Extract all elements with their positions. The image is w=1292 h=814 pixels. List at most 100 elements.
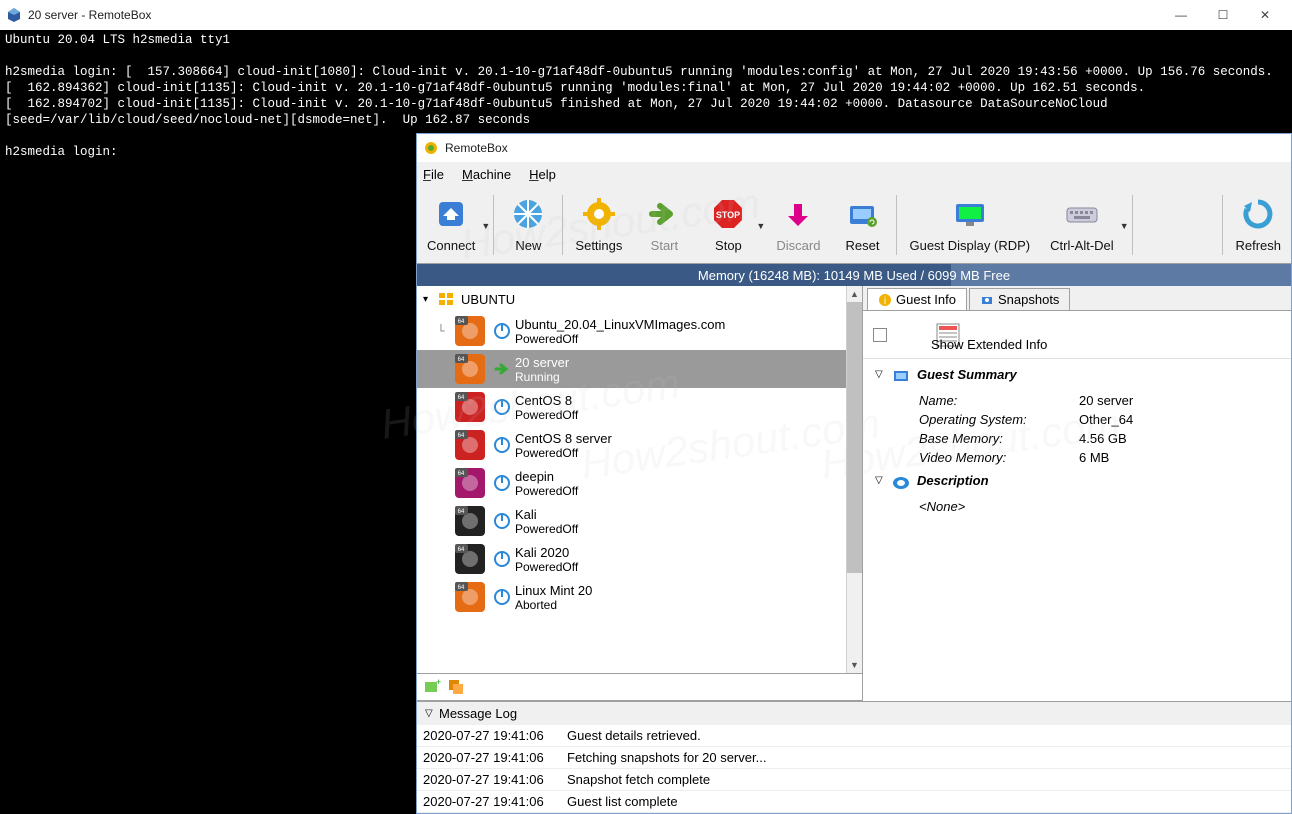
tab-guest-info[interactable]: i Guest Info (867, 288, 967, 310)
vm-os-icon: 64 (455, 582, 485, 612)
settings-button[interactable]: Settings (565, 189, 632, 261)
log-row: 2020-07-27 19:41:06Guest details retriev… (417, 725, 1291, 747)
log-row: 2020-07-27 19:41:06Fetching snapshots fo… (417, 747, 1291, 769)
stop-icon: STOP (710, 196, 746, 232)
menu-file[interactable]: File (423, 167, 444, 182)
group-icon (437, 290, 455, 308)
vm-state: PoweredOff (515, 560, 578, 574)
menu-help[interactable]: Help (529, 167, 556, 182)
vm-group[interactable]: ▾ UBUNTU (417, 286, 862, 312)
log-ts: 2020-07-27 19:41:06 (417, 750, 567, 765)
memory-label: Memory (16248 MB): 10149 MB Used / 6099 … (417, 268, 1291, 283)
guest-details: ▽ Guest Summary Name:20 server Operating… (863, 359, 1291, 701)
summary-section-header[interactable]: ▽ Guest Summary (875, 367, 1279, 387)
reset-button[interactable]: Reset (830, 189, 894, 261)
ctrl-alt-del-button[interactable]: Ctrl-Alt-Del (1040, 189, 1124, 261)
vm-state: Running (515, 370, 569, 384)
vm-row[interactable]: 64 CentOS 8 PoweredOff (417, 388, 862, 426)
svg-text:64: 64 (458, 471, 465, 477)
vm-os-icon: 64 (455, 392, 485, 422)
vm-state: PoweredOff (515, 484, 578, 498)
discard-button[interactable]: Discard (766, 189, 830, 261)
outer-window-title: 20 server - RemoteBox (28, 8, 1160, 22)
power-icon (493, 322, 511, 340)
log-msg: Fetching snapshots for 20 server... (567, 750, 1291, 765)
connect-icon (433, 196, 469, 232)
log-msg: Snapshot fetch complete (567, 772, 1291, 787)
settings-icon (581, 196, 617, 232)
vm-state: PoweredOff (515, 332, 725, 346)
message-log-header[interactable]: ▽ Message Log (417, 701, 1291, 725)
summary-vmem-value: 6 MB (1079, 450, 1109, 465)
outer-window-titlebar: 20 server - RemoteBox — ☐ ✕ (0, 0, 1292, 30)
vm-row[interactable]: 64 CentOS 8 server PoweredOff (417, 426, 862, 464)
close-button[interactable]: ✕ (1244, 8, 1286, 22)
refresh-button[interactable]: Refresh (1225, 189, 1291, 261)
tab-snapshots[interactable]: Snapshots (969, 288, 1070, 310)
log-msg: Guest list complete (567, 794, 1291, 809)
vm-row[interactable]: 64 Kali PoweredOff (417, 502, 862, 540)
remotebox-window: RemoteBox File Machine Help Connect ▼ Ne… (416, 133, 1292, 814)
start-button[interactable]: Start (632, 189, 696, 261)
expand-arrow-icon: ▾ (423, 294, 437, 305)
svg-text:64: 64 (458, 433, 465, 439)
show-extended-label: Show Extended Info (931, 337, 1047, 352)
remotebox-titlebar[interactable]: RemoteBox (417, 134, 1291, 162)
guest-display-button[interactable]: Guest Display (RDP) (899, 189, 1040, 261)
vm-row[interactable]: └ 64 Ubuntu_20.04_LinuxVMImages.com Powe… (417, 312, 862, 350)
vm-row[interactable]: 64 Kali 2020 PoweredOff (417, 540, 862, 578)
start-icon (646, 196, 682, 232)
description-section-header[interactable]: ▽ Description (875, 473, 1279, 493)
reset-icon (844, 196, 880, 232)
remotebox-title: RemoteBox (445, 141, 508, 155)
vm-name: deepin (515, 469, 578, 484)
svg-text:64: 64 (458, 357, 465, 363)
keyboard-icon (1064, 196, 1100, 232)
power-icon (493, 550, 511, 568)
discard-icon (780, 196, 816, 232)
clone-vm-icon[interactable] (447, 678, 465, 696)
stop-button[interactable]: STOP Stop (696, 189, 760, 261)
vm-row[interactable]: 64 20 server Running (417, 350, 862, 388)
remotebox-icon (423, 140, 439, 156)
vm-os-icon: 64 (455, 506, 485, 536)
vm-state: PoweredOff (515, 408, 578, 422)
svg-text:64: 64 (458, 319, 465, 325)
svg-text:64: 64 (458, 395, 465, 401)
message-log: 2020-07-27 19:41:06Guest details retriev… (417, 725, 1291, 813)
summary-icon (891, 367, 911, 387)
svg-text:STOP: STOP (716, 210, 740, 220)
show-extended-checkbox[interactable] (873, 328, 887, 342)
vm-name: CentOS 8 (515, 393, 578, 408)
log-ts: 2020-07-27 19:41:06 (417, 772, 567, 787)
refresh-icon (1240, 196, 1276, 232)
vm-name: 20 server (515, 355, 569, 370)
show-extended-row: Show Extended Info (863, 311, 1291, 359)
power-icon (493, 588, 511, 606)
description-icon (891, 473, 911, 493)
connect-button[interactable]: Connect (417, 189, 485, 261)
add-vm-icon[interactable]: + (423, 678, 441, 696)
vm-os-icon: 64 (455, 468, 485, 498)
remotebox-menubar: File Machine Help (417, 162, 1291, 186)
svg-text:i: i (884, 296, 886, 307)
svg-text:+: + (436, 678, 441, 687)
virtualbox-icon (6, 7, 22, 23)
minimize-button[interactable]: — (1160, 8, 1202, 22)
collapse-arrow-icon: ▽ (425, 708, 439, 719)
new-button[interactable]: New (496, 189, 560, 261)
vm-name: Kali (515, 507, 578, 522)
maximize-button[interactable]: ☐ (1202, 8, 1244, 22)
vm-state: PoweredOff (515, 446, 612, 460)
vm-scrollbar[interactable]: ▲ ▼ (846, 286, 862, 673)
new-icon (510, 196, 546, 232)
vm-row[interactable]: 64 deepin PoweredOff (417, 464, 862, 502)
summary-mem-value: 4.56 GB (1079, 431, 1127, 446)
menu-machine[interactable]: Machine (462, 167, 511, 182)
info-icon: i (878, 293, 892, 307)
vm-group-label: UBUNTU (461, 292, 515, 307)
collapse-arrow-icon: ▽ (875, 367, 891, 380)
vm-row[interactable]: 64 Linux Mint 20 Aborted (417, 578, 862, 616)
log-ts: 2020-07-27 19:41:06 (417, 794, 567, 809)
snapshots-icon (980, 293, 994, 307)
